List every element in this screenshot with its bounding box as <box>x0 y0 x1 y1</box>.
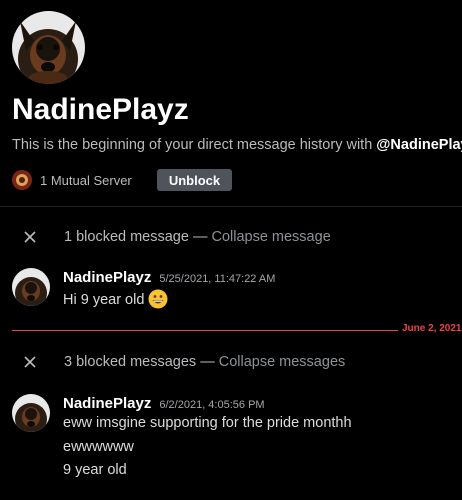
server-icon <box>12 170 32 190</box>
dm-username-title: NadinePlayz <box>12 93 189 126</box>
close-icon[interactable] <box>22 354 38 370</box>
message-timestamp: 6/2/2021, 4:05:56 PM <box>159 399 265 411</box>
intro-mention[interactable]: @NadinePlayz <box>376 137 462 153</box>
message-text: Hi 9 year old <box>63 292 145 308</box>
message-avatar[interactable] <box>12 268 50 306</box>
dog-avatar-image <box>12 268 50 306</box>
message-avatar[interactable] <box>12 394 50 432</box>
message-timestamp: 5/25/2021, 11:47:22 AM <box>159 273 276 285</box>
mutual-servers[interactable]: 1 Mutual Server <box>12 170 132 190</box>
collapse-messages-link[interactable]: Collapse message <box>211 229 330 245</box>
header-divider <box>0 206 462 207</box>
blocked-count-label: 3 blocked messages — <box>64 354 215 370</box>
dog-avatar-image <box>12 394 50 432</box>
grinning-face-emoji-icon <box>148 289 168 309</box>
message-text: ewwwwww <box>63 439 134 455</box>
unblock-button[interactable]: Unblock <box>157 169 232 191</box>
collapse-messages-link[interactable]: Collapse messages <box>219 354 346 370</box>
blocked-count-label: 1 blocked message — <box>64 229 208 245</box>
blocked-message-group: 1 blocked message — Collapse message <box>22 227 331 247</box>
message-text: 9 year old <box>63 462 127 478</box>
date-divider-line <box>12 330 398 331</box>
message-content: Hi 9 year old <box>63 289 168 309</box>
dog-avatar-image <box>12 11 85 84</box>
message-header: NadinePlayz 6/2/2021, 4:05:56 PM <box>63 395 265 412</box>
message-header: NadinePlayz 5/25/2021, 11:47:22 AM <box>63 269 275 286</box>
intro-prefix: This is the beginning of your direct mes… <box>12 137 377 153</box>
profile-avatar[interactable] <box>12 11 85 84</box>
message-author[interactable]: NadinePlayz <box>63 269 151 286</box>
dm-intro-text: This is the beginning of your direct mes… <box>12 137 462 153</box>
close-icon[interactable] <box>22 229 38 245</box>
date-divider-label: June 2, 2021 <box>402 323 462 334</box>
message-text: eww imsgine supporting for the pride mon… <box>63 415 352 431</box>
message-author[interactable]: NadinePlayz <box>63 395 151 412</box>
mutual-servers-label: 1 Mutual Server <box>40 172 132 188</box>
blocked-message-group: 3 blocked messages — Collapse messages <box>22 352 345 372</box>
